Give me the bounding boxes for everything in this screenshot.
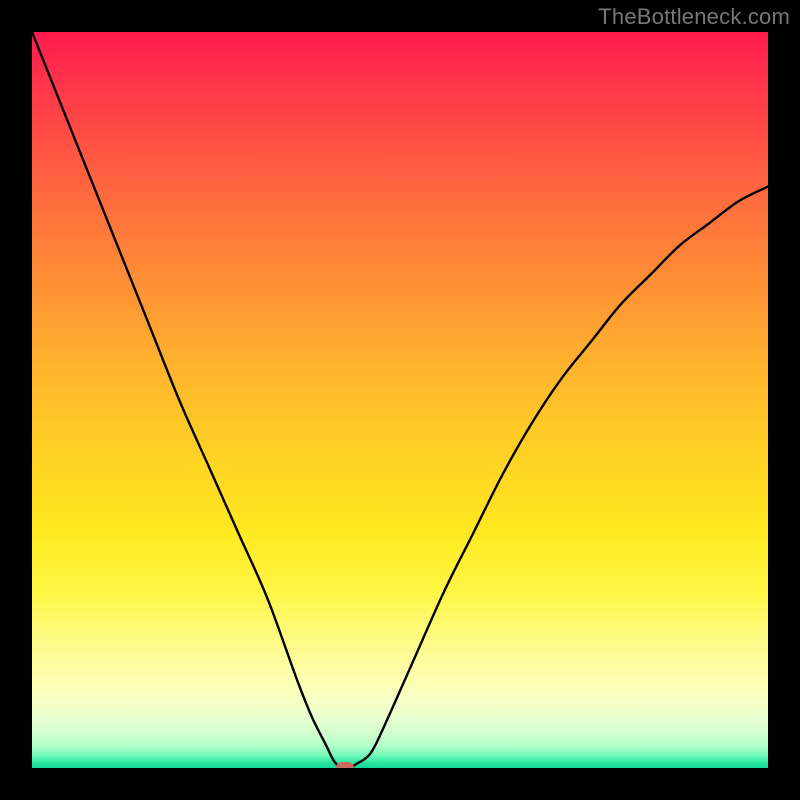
curve-path [32, 32, 768, 768]
optimum-marker [336, 762, 354, 768]
chart-frame: TheBottleneck.com [0, 0, 800, 800]
watermark-text: TheBottleneck.com [598, 4, 790, 30]
plot-area [32, 32, 768, 768]
bottleneck-curve [32, 32, 768, 768]
